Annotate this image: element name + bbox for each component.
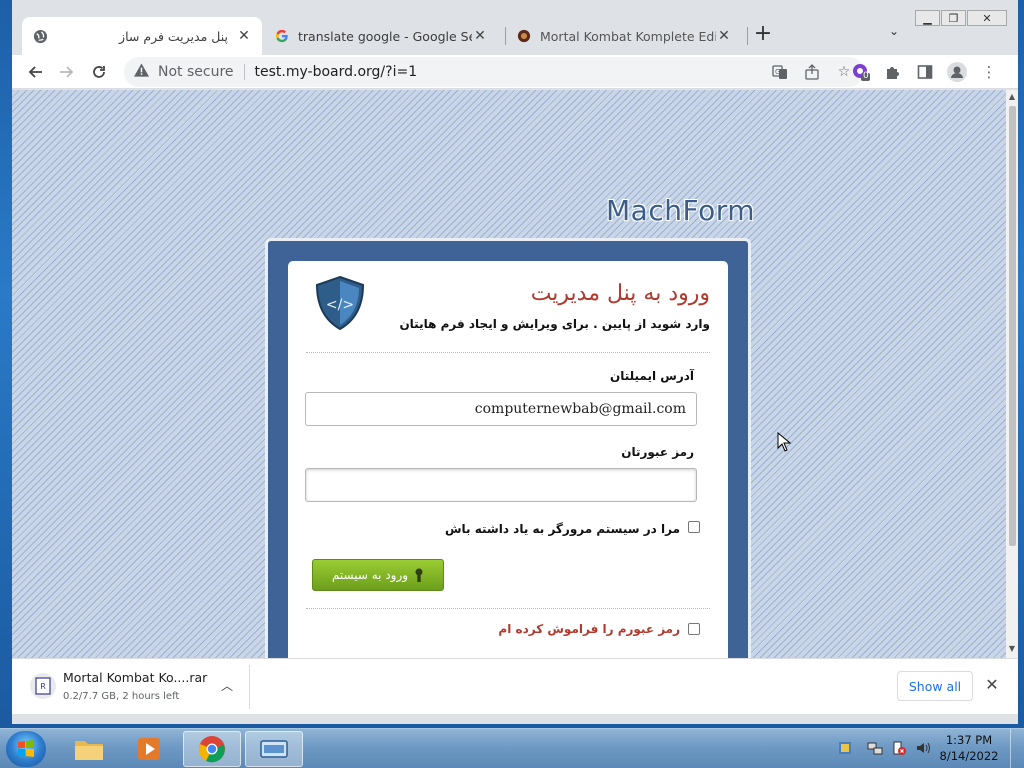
volume-icon[interactable]: [914, 739, 932, 757]
tab-title: Mortal Kombat Komplete Edition: [540, 28, 716, 44]
page-subtitle: وارد شوید از پایین . برای ویرایش و ایجاد…: [399, 317, 710, 331]
close-tab-icon[interactable]: ✕: [236, 28, 252, 44]
login-button-label: ورود به سیستم: [331, 568, 409, 582]
windows-logo-icon: [18, 740, 34, 757]
side-panel-icon[interactable]: [914, 61, 936, 83]
site-favicon-icon: [516, 28, 532, 44]
tab-title: translate google - Google Search: [298, 28, 472, 44]
chrome-icon: [198, 736, 225, 763]
download-file-name[interactable]: Mortal Kombat Ko....rar: [63, 670, 207, 685]
app-taskbar-button[interactable]: [245, 731, 303, 767]
clock-time: 1:37 PM: [945, 733, 993, 747]
download-status: 0.2/7.7 GB, 2 hours left: [63, 691, 180, 702]
window-controls: ▁ ❐ ✕: [914, 10, 1007, 28]
mouse-cursor-icon: [777, 432, 791, 452]
extension-icon[interactable]: 0: [850, 61, 872, 83]
forward-arrow-icon[interactable]: [54, 59, 80, 85]
password-field[interactable]: [305, 468, 697, 502]
forgot-password-label[interactable]: رمز عبورم را فراموش کرده ام: [498, 622, 680, 636]
tab-separator: [747, 27, 748, 45]
globe-icon: [32, 28, 48, 44]
show-all-button[interactable]: Show all: [897, 671, 973, 701]
back-arrow-icon[interactable]: [22, 59, 48, 85]
rar-file-icon[interactable]: R: [30, 673, 56, 699]
minimize-icon[interactable]: ▁: [915, 10, 940, 26]
chrome-taskbar-button[interactable]: [183, 731, 241, 767]
svg-text:</>: </>: [326, 297, 354, 313]
media-player-button[interactable]: [120, 731, 178, 767]
system-clock[interactable]: 1:37 PM 8/14/2022: [936, 732, 1002, 764]
close-tab-icon[interactable]: ✕: [472, 28, 488, 44]
scroll-up-arrow-icon[interactable]: ▲: [1006, 92, 1018, 104]
chevron-up-icon[interactable]: ︿: [217, 677, 237, 697]
login-button[interactable]: ورود به سیستم: [312, 559, 444, 591]
clock-date: 8/14/2022: [939, 749, 999, 763]
download-shelf: R Mortal Kombat Ko....rar 0.2/7.7 GB, 2 …: [12, 658, 1018, 714]
share-icon[interactable]: [802, 62, 822, 82]
maximize-icon[interactable]: ❐: [941, 10, 966, 26]
divider: [306, 352, 710, 353]
keyhole-icon: [415, 568, 423, 582]
tab-search-chevron-icon[interactable]: ⌄: [884, 24, 904, 44]
reload-icon[interactable]: [86, 59, 112, 85]
tray-app-icon[interactable]: [836, 739, 854, 757]
email-label: آدرس ایمیلتان: [609, 369, 694, 383]
start-button[interactable]: [6, 731, 46, 767]
security-label[interactable]: Not secure: [158, 64, 245, 80]
divider: [306, 608, 710, 609]
remember-me-checkbox[interactable]: [688, 521, 700, 533]
tab-strip: پنل مدیریت فرم ساز ✕ translate google - …: [12, 0, 1018, 55]
network-icon[interactable]: [866, 739, 884, 757]
email-field[interactable]: [305, 392, 697, 426]
extension-badge: 0: [863, 71, 869, 81]
translate-icon[interactable]: G: [770, 62, 790, 82]
media-player-icon: [138, 738, 160, 760]
svg-text:R: R: [40, 682, 46, 691]
code-shield-icon: </>: [315, 275, 365, 331]
password-label: رمز عبورتان: [621, 445, 694, 459]
kebab-menu-icon[interactable]: ⋮: [978, 61, 1000, 83]
page-scrollbar[interactable]: ▲ ▼: [1006, 90, 1018, 658]
tab-title: پنل مدیریت فرم ساز: [119, 28, 228, 44]
folder-icon: [75, 741, 103, 760]
close-shelf-icon[interactable]: ✕: [982, 675, 1002, 695]
close-window-icon[interactable]: ✕: [967, 10, 1007, 26]
warning-triangle-icon[interactable]: [134, 63, 150, 81]
taskbar: 1:37 PM 8/14/2022: [0, 728, 1024, 768]
page-title: ورود به پنل مدیریت: [530, 281, 710, 306]
page-viewport: MachForm </> ورود به پنل مدیریت وارد شوی…: [12, 90, 1006, 658]
puzzle-icon[interactable]: [882, 61, 904, 83]
new-tab-button[interactable]: +: [750, 22, 776, 48]
profile-avatar-icon[interactable]: [946, 61, 968, 83]
login-card: </> ورود به پنل مدیریت وارد شوید از پایی…: [288, 261, 728, 658]
tab-admin-panel[interactable]: پنل مدیریت فرم ساز ✕: [22, 17, 262, 55]
remember-me-label[interactable]: مرا در سیستم مرورگر به یاد داشته باش: [445, 522, 680, 536]
tab-google-search[interactable]: translate google - Google Search ✕: [264, 17, 498, 55]
browser-toolbar: Not secure test.my-board.org/?i=1 G ☆ 0: [12, 55, 1018, 89]
window-app-icon: [260, 740, 288, 758]
scroll-down-arrow-icon[interactable]: ▼: [1006, 644, 1018, 656]
action-center-icon[interactable]: [890, 739, 908, 757]
show-desktop-button[interactable]: [1010, 729, 1024, 768]
tab-mortal-kombat[interactable]: Mortal Kombat Komplete Edition ✕: [506, 17, 742, 55]
file-explorer-button[interactable]: [60, 731, 118, 767]
google-icon: [274, 28, 290, 44]
machform-logo: MachForm: [606, 194, 755, 227]
scroll-thumb[interactable]: [1009, 106, 1016, 546]
address-bar[interactable]: Not secure test.my-board.org/?i=1 G ☆: [124, 57, 864, 87]
close-tab-icon[interactable]: ✕: [716, 28, 732, 44]
divider: [249, 665, 250, 709]
url-text[interactable]: test.my-board.org/?i=1: [255, 64, 418, 80]
forgot-password-checkbox[interactable]: [688, 623, 700, 635]
chrome-window: پنل مدیریت فرم ساز ✕ translate google - …: [12, 0, 1018, 724]
